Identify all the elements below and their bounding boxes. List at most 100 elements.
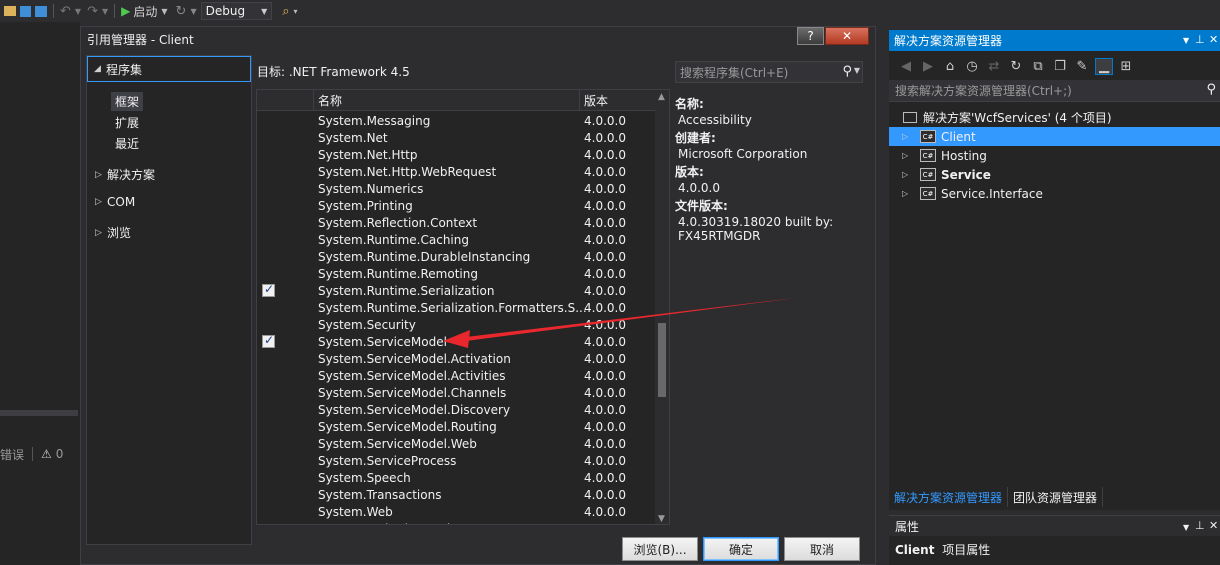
search-icon[interactable]: ⚲ — [842, 64, 852, 79]
reference-checkbox[interactable] — [262, 301, 275, 314]
table-row[interactable]: System.Runtime.Caching 4.0.0.0 — [257, 231, 657, 248]
reference-checkbox[interactable] — [262, 267, 275, 280]
chevron-down-icon[interactable]: ▼ — [1183, 36, 1189, 45]
start-icon[interactable]: ▶ — [121, 4, 130, 18]
vertical-scrollbar[interactable]: ▲ ▼ — [655, 90, 669, 524]
back-icon[interactable]: ◀ — [897, 59, 915, 74]
refresh-icon[interactable]: ↻ — [1007, 59, 1025, 74]
reference-checkbox[interactable] — [262, 522, 275, 524]
column-header-name[interactable]: 名称 — [313, 90, 579, 111]
undo-dropdown-icon[interactable]: ▼ — [75, 7, 81, 16]
reference-checkbox[interactable] — [262, 352, 275, 365]
nav-item-solution[interactable]: ▷ 解决方案 — [95, 166, 155, 183]
open-folder-icon[interactable] — [4, 6, 16, 16]
collapse-all-icon[interactable]: ⧉ — [1029, 59, 1047, 74]
scroll-up-icon[interactable]: ▲ — [658, 92, 665, 102]
reference-checkbox[interactable] — [262, 333, 275, 348]
table-row[interactable]: System.ServiceModel.Web 4.0.0.0 — [257, 435, 657, 452]
expand-arrow-icon[interactable]: ▷ — [902, 151, 908, 160]
properties-object-selector[interactable]: Client 项目属性 — [895, 541, 990, 558]
reference-checkbox[interactable] — [262, 148, 275, 161]
close-icon[interactable]: ✕ — [1209, 519, 1218, 532]
tree-item-project[interactable]: ▷ C# Client — [889, 127, 1220, 146]
cancel-button[interactable]: 取消 — [784, 537, 860, 561]
tree-item-project[interactable]: ▷ C# Service.Interface — [889, 184, 1220, 203]
nav-item-assemblies[interactable]: ◢ 程序集 — [87, 56, 251, 82]
reference-checkbox[interactable] — [262, 454, 275, 467]
table-row[interactable]: System.Numerics 4.0.0.0 — [257, 180, 657, 197]
table-row[interactable]: System.Speech 4.0.0.0 — [257, 469, 657, 486]
reference-checkbox[interactable] — [262, 182, 275, 195]
ok-button[interactable]: 确定 — [703, 537, 779, 561]
properties-icon[interactable]: ✎ — [1073, 59, 1091, 74]
nav-item-browse[interactable]: ▷ 浏览 — [95, 224, 131, 241]
tab-solution-explorer[interactable]: 解决方案资源管理器 — [889, 487, 1009, 507]
class-diagram-icon[interactable]: ⊞ — [1117, 59, 1135, 74]
nav-item-framework[interactable]: 框架 — [111, 92, 144, 111]
scroll-down-icon[interactable]: ▼ — [658, 514, 665, 524]
table-row[interactable]: System.Reflection.Context 4.0.0.0 — [257, 214, 657, 231]
table-row[interactable]: System.Web 4.0.0.0 — [257, 503, 657, 520]
pin-icon[interactable]: ⊥ — [1195, 33, 1205, 46]
reference-checkbox[interactable] — [262, 437, 275, 450]
browse-button[interactable]: 浏览(B)... — [622, 537, 698, 561]
start-dropdown-icon[interactable]: ▼ — [161, 7, 167, 16]
close-button[interactable]: ✕ — [825, 27, 869, 45]
table-row[interactable]: System.Net.Http.WebRequest 4.0.0.0 — [257, 163, 657, 180]
table-row[interactable]: System.Messaging 4.0.0.0 — [257, 112, 657, 129]
redo-icon[interactable]: ↷ — [87, 4, 98, 19]
reference-checkbox[interactable] — [262, 199, 275, 212]
reference-checkbox[interactable] — [262, 216, 275, 229]
forward-icon[interactable]: ▶ — [919, 59, 937, 74]
reference-checkbox[interactable] — [262, 386, 275, 399]
pin-icon[interactable]: ⊥ — [1195, 519, 1205, 532]
reference-checkbox[interactable] — [262, 250, 275, 263]
expand-arrow-icon[interactable]: ▷ — [902, 132, 908, 141]
refresh-icon[interactable]: ↻ — [176, 4, 187, 19]
undo-icon[interactable]: ↶ — [60, 4, 71, 19]
table-row[interactable]: System.Net.Http 4.0.0.0 — [257, 146, 657, 163]
find-in-files-icon[interactable]: ⌕ — [282, 4, 289, 19]
table-row[interactable]: System.Runtime.Serialization.Formatters.… — [257, 299, 657, 316]
warning-icon[interactable]: ⚠ — [41, 447, 52, 461]
reference-checkbox[interactable] — [262, 282, 275, 297]
table-row[interactable]: System.Security 4.0.0.0 — [257, 316, 657, 333]
expand-arrow-icon[interactable]: ▷ — [902, 170, 908, 179]
start-button[interactable]: 启动 — [133, 3, 157, 20]
table-row[interactable]: System.Printing 4.0.0.0 — [257, 197, 657, 214]
tree-item-project[interactable]: ▷ C# Hosting — [889, 146, 1220, 165]
scrollbar-thumb[interactable] — [658, 323, 666, 397]
column-header-version[interactable]: 版本 — [579, 90, 657, 111]
table-row[interactable]: System.Runtime.DurableInstancing 4.0.0.0 — [257, 248, 657, 265]
reference-checkbox[interactable] — [262, 165, 275, 178]
table-row[interactable]: System.Transactions 4.0.0.0 — [257, 486, 657, 503]
nav-item-extensions[interactable]: 扩展 — [111, 113, 143, 132]
nav-item-recent[interactable]: 最近 — [111, 134, 143, 153]
table-row[interactable]: System.ServiceModel.Channels 4.0.0.0 — [257, 384, 657, 401]
reference-checkbox[interactable] — [262, 420, 275, 433]
table-row[interactable]: System.ServiceProcess 4.0.0.0 — [257, 452, 657, 469]
reference-checkbox[interactable] — [262, 403, 275, 416]
column-header-check[interactable] — [257, 90, 313, 111]
tree-item-project[interactable]: ▷ C# Service — [889, 165, 1220, 184]
horizontal-scrollbar[interactable] — [0, 410, 78, 416]
reference-checkbox[interactable] — [262, 488, 275, 501]
chevron-down-icon[interactable]: ▼ — [1183, 523, 1189, 532]
table-row[interactable]: System.Web.Abstractions 4.0.0.0 — [257, 520, 657, 525]
save-icon[interactable] — [20, 5, 31, 17]
reference-checkbox[interactable] — [262, 471, 275, 484]
help-button[interactable]: ? — [797, 27, 824, 45]
table-row[interactable]: System.ServiceModel 4.0.0.0 — [257, 333, 657, 350]
expand-arrow-icon[interactable]: ▷ — [902, 189, 908, 198]
reference-checkbox[interactable] — [262, 369, 275, 382]
reference-checkbox[interactable] — [262, 233, 275, 246]
preview-selected-icon[interactable]: ▁ — [1095, 57, 1113, 75]
assembly-search-input[interactable]: 搜索程序集(Ctrl+E) ⚲ ▼ — [675, 61, 863, 83]
tree-item-solution[interactable]: 解决方案'WcfServices' (4 个项目) — [889, 108, 1220, 127]
sync-icon[interactable]: ⇄ — [985, 59, 1003, 74]
refresh-dropdown-icon[interactable]: ▼ — [190, 7, 196, 16]
save-all-icon[interactable] — [35, 5, 47, 17]
show-all-files-icon[interactable]: ❐ — [1051, 59, 1069, 74]
redo-dropdown-icon[interactable]: ▼ — [102, 7, 108, 16]
table-row[interactable]: System.Runtime.Remoting 4.0.0.0 — [257, 265, 657, 282]
